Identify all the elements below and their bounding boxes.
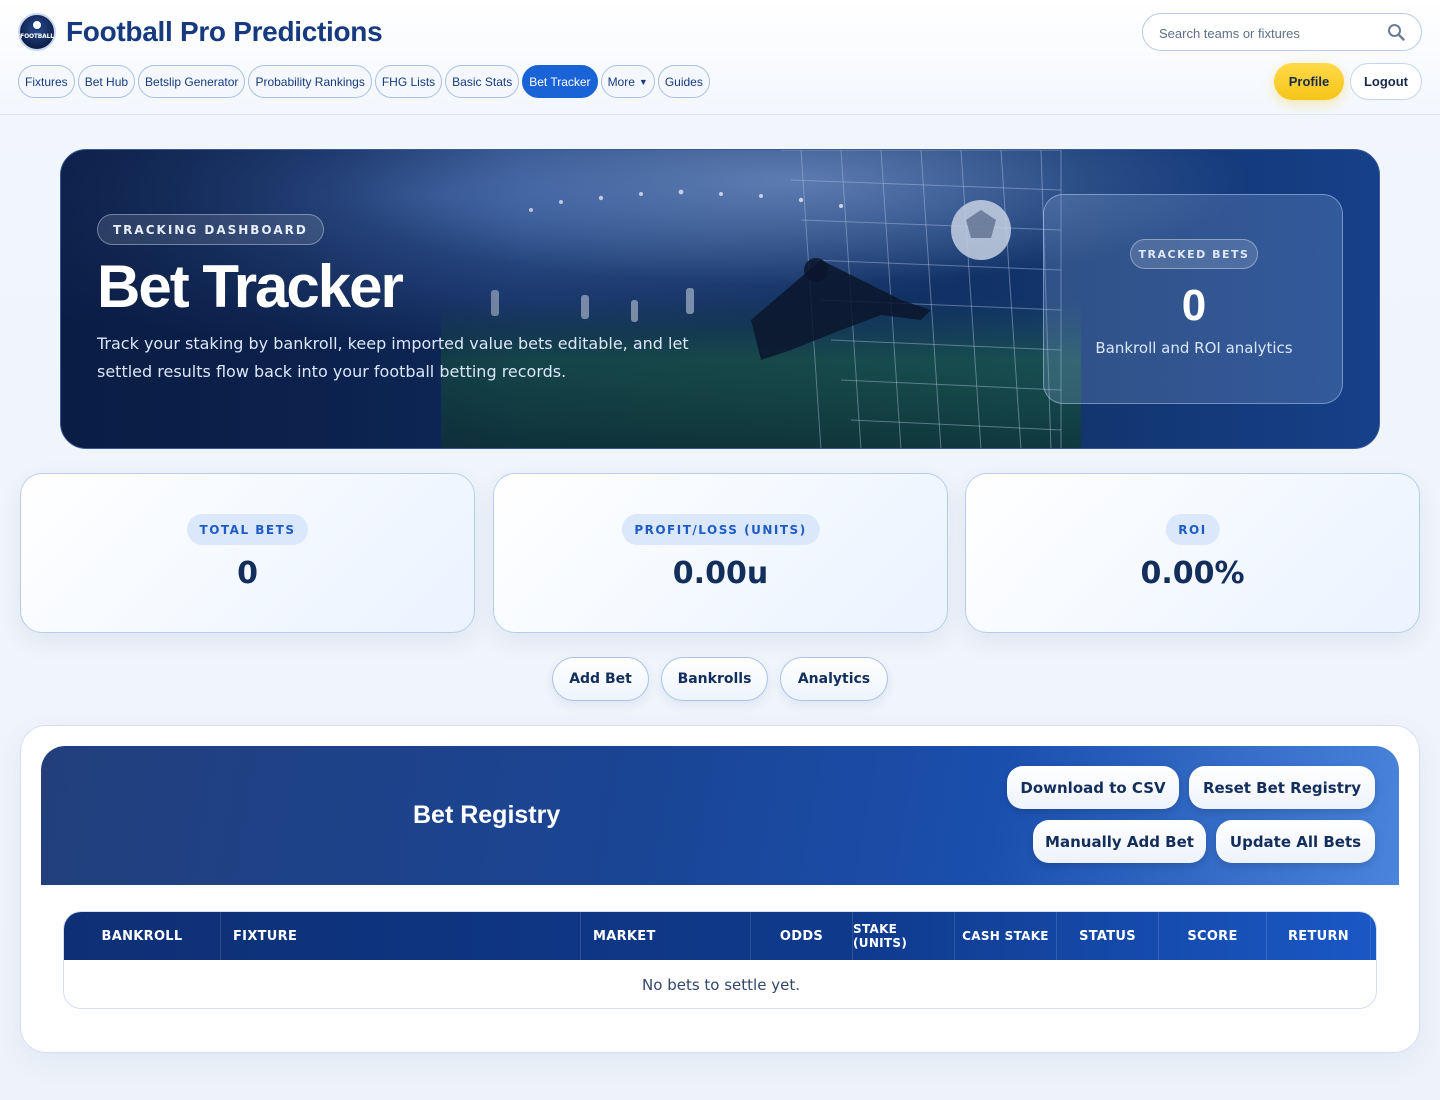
add-bet-button[interactable]: Add Bet bbox=[552, 657, 649, 701]
bet-registry-table: BANKROLL FIXTURE MARKET ODDS STAKE (UNIT… bbox=[63, 911, 1377, 1009]
roi-value: 0.00% bbox=[1140, 556, 1245, 591]
brand-title[interactable]: Football Pro Predictions bbox=[66, 16, 383, 48]
reset-bet-registry-button[interactable]: Reset Bet Registry bbox=[1189, 766, 1375, 809]
manually-add-bet-button[interactable]: Manually Add Bet bbox=[1033, 820, 1206, 863]
tracked-bets-subtitle: Bankroll and ROI analytics bbox=[1095, 339, 1293, 357]
search-box[interactable] bbox=[1142, 13, 1422, 51]
nav-bet-hub[interactable]: Bet Hub bbox=[77, 65, 136, 98]
search-icon[interactable] bbox=[1387, 23, 1405, 41]
column-header-cash-stake[interactable]: CASH STAKE bbox=[955, 912, 1057, 960]
profit-loss-label: PROFIT/LOSS (UNITS) bbox=[621, 514, 820, 545]
download-csv-button[interactable]: Download to CSV bbox=[1007, 766, 1179, 809]
hero-banner: TRACKING DASHBOARD Bet Tracker Track you… bbox=[60, 149, 1380, 449]
bet-registry-title: Bet Registry bbox=[413, 801, 561, 829]
analytics-button[interactable]: Analytics bbox=[780, 657, 888, 701]
logout-button[interactable]: Logout bbox=[1350, 63, 1422, 100]
column-header-return[interactable]: RETURN bbox=[1267, 912, 1371, 960]
page-title: Bet Tracker bbox=[97, 253, 404, 320]
nav-probability-rankings[interactable]: Probability Rankings bbox=[248, 65, 372, 98]
logo-text: FOOTBALL bbox=[20, 33, 54, 40]
bet-registry-header: Bet Registry Download to CSV Reset Bet R… bbox=[41, 746, 1399, 885]
main-nav: Fixtures Bet Hub Betslip Generator Proba… bbox=[18, 65, 713, 98]
hero-badge: TRACKING DASHBOARD bbox=[97, 214, 324, 245]
caret-down-icon: ▼ bbox=[638, 76, 648, 87]
roi-card: ROI 0.00% bbox=[965, 473, 1420, 633]
tracked-bets-card: TRACKED BETS 0 Bankroll and ROI analytic… bbox=[1043, 194, 1343, 404]
football-icon bbox=[31, 19, 43, 31]
column-header-odds[interactable]: ODDS bbox=[751, 912, 853, 960]
nav-fixtures[interactable]: Fixtures bbox=[18, 65, 75, 98]
site-logo[interactable]: FOOTBALL bbox=[18, 13, 56, 51]
column-header-bankroll[interactable]: BANKROLL bbox=[64, 912, 221, 960]
nav-more-dropdown[interactable]: More ▼ bbox=[600, 65, 655, 98]
column-header-status[interactable]: STATUS bbox=[1057, 912, 1159, 960]
tracked-bets-badge: TRACKED BETS bbox=[1130, 239, 1258, 269]
table-header-row: BANKROLL FIXTURE MARKET ODDS STAKE (UNIT… bbox=[64, 912, 1376, 960]
column-header-score[interactable]: SCORE bbox=[1159, 912, 1267, 960]
tracked-bets-value: 0 bbox=[1181, 281, 1207, 330]
total-bets-value: 0 bbox=[237, 556, 258, 591]
total-bets-card: TOTAL BETS 0 bbox=[20, 473, 475, 633]
column-header-fixture[interactable]: FIXTURE bbox=[221, 912, 581, 960]
empty-table-message: No bets to settle yet. bbox=[642, 976, 800, 994]
profit-loss-value: 0.00u bbox=[672, 556, 769, 591]
nav-betslip-generator[interactable]: Betslip Generator bbox=[138, 65, 246, 98]
nav-more-label: More bbox=[607, 74, 635, 89]
column-header-market[interactable]: MARKET bbox=[581, 912, 751, 960]
nav-basic-stats[interactable]: Basic Stats bbox=[445, 65, 520, 98]
column-header-stake-units[interactable]: STAKE (UNITS) bbox=[853, 912, 955, 960]
total-bets-label: TOTAL BETS bbox=[186, 514, 309, 545]
hero-description: Track your staking by bankroll, keep imp… bbox=[97, 334, 689, 381]
bankrolls-button[interactable]: Bankrolls bbox=[661, 657, 768, 701]
profit-loss-card: PROFIT/LOSS (UNITS) 0.00u bbox=[493, 473, 948, 633]
nav-fhg-lists[interactable]: FHG Lists bbox=[374, 65, 443, 98]
search-input[interactable] bbox=[1159, 23, 1379, 43]
top-header: FOOTBALL Football Pro Predictions Fixtur… bbox=[0, 0, 1440, 115]
nav-bet-tracker[interactable]: Bet Tracker bbox=[522, 65, 598, 98]
update-all-bets-button[interactable]: Update All Bets bbox=[1216, 820, 1375, 863]
profile-button[interactable]: Profile bbox=[1274, 63, 1344, 100]
roi-label: ROI bbox=[1165, 514, 1220, 545]
nav-guides[interactable]: Guides bbox=[657, 65, 710, 98]
